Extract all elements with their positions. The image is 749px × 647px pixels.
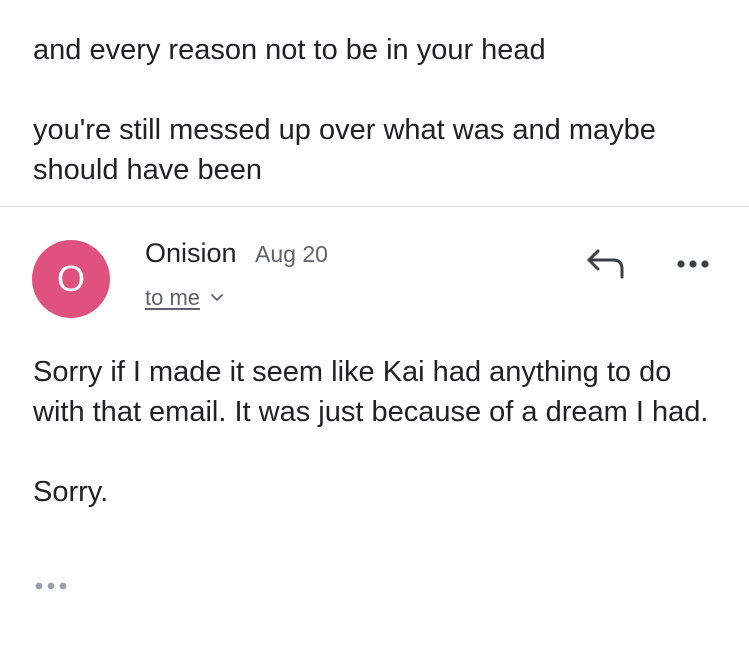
- recipient-label: to me: [145, 285, 201, 310]
- recipient-details-toggle[interactable]: to me: [145, 284, 224, 312]
- message-body-paragraph: Sorry.: [33, 476, 109, 508]
- message-date: Aug 20: [255, 241, 328, 267]
- message-divider: [0, 206, 749, 207]
- message-body: Sorry if I made it seem like Kai had any…: [33, 352, 723, 512]
- avatar-initial: O: [56, 258, 85, 299]
- previous-message-text: and every reason not to be in your head …: [33, 30, 723, 190]
- sender-header[interactable]: Onision Aug 20: [145, 236, 328, 271]
- previous-message-line: you're still messed up over what was and…: [33, 114, 656, 186]
- previous-message-line: and every reason not to be in your head: [33, 34, 546, 66]
- reply-icon[interactable]: [585, 246, 627, 280]
- sender-avatar[interactable]: O: [32, 240, 110, 318]
- chevron-down-icon: [211, 294, 223, 301]
- more-options-icon[interactable]: [672, 250, 714, 278]
- message-body-paragraph: Sorry if I made it seem like Kai had any…: [33, 356, 709, 428]
- sender-name: Onision: [145, 238, 237, 268]
- show-trimmed-content-icon[interactable]: [33, 578, 69, 594]
